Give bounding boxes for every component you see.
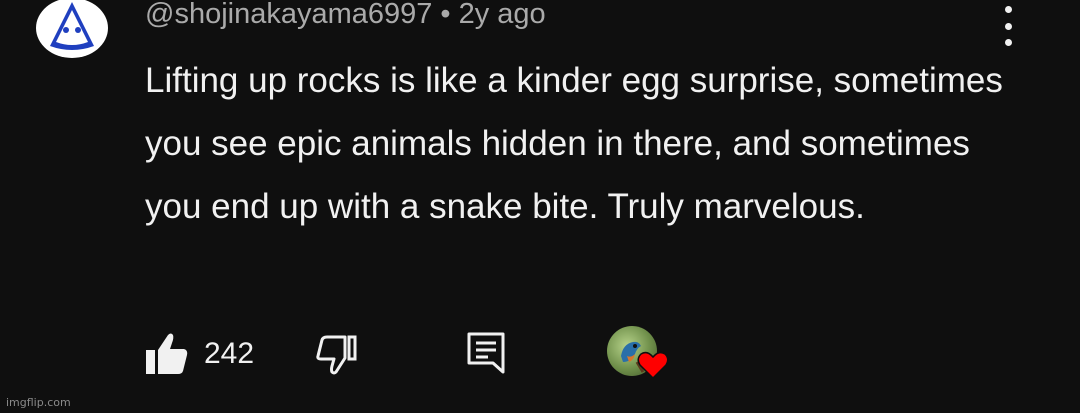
like-count: 242 bbox=[204, 337, 255, 370]
creator-heart[interactable] bbox=[607, 326, 671, 386]
reply-button[interactable] bbox=[464, 330, 508, 376]
comment-author[interactable]: @shojinakayama6997 bbox=[145, 0, 432, 30]
like-button[interactable] bbox=[143, 330, 191, 378]
more-options-icon-dot bbox=[1004, 22, 1012, 30]
user-avatar-logo bbox=[43, 0, 101, 57]
meta-separator: • bbox=[440, 0, 451, 30]
more-options-icon-dot bbox=[1004, 6, 1012, 13]
watermark: imgflip.com bbox=[6, 396, 71, 409]
thumbs-up-icon bbox=[146, 333, 188, 374]
user-avatar[interactable] bbox=[36, 0, 108, 58]
comment-icon bbox=[467, 332, 505, 374]
dislike-button[interactable] bbox=[313, 332, 361, 376]
more-options-icon-dot bbox=[1004, 39, 1012, 46]
comment-text: Lifting up rocks is like a kinder egg su… bbox=[145, 61, 1003, 226]
more-options-button[interactable] bbox=[994, 6, 1022, 46]
comment-header: @shojinakayama6997 • 2y ago bbox=[145, 0, 546, 34]
comment-actions: 242 bbox=[0, 320, 1080, 390]
thumbs-down-icon bbox=[316, 335, 357, 375]
comment-timestamp[interactable]: 2y ago bbox=[459, 0, 546, 30]
heart-icon bbox=[637, 351, 669, 380]
